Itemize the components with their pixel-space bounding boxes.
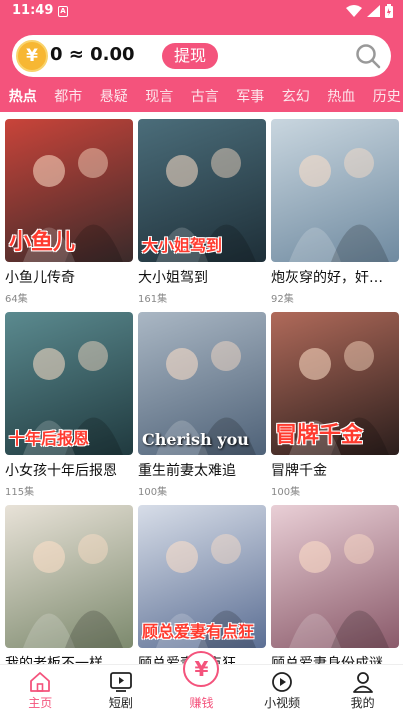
drama-card[interactable]: 炮灰穿的好，奸… 92集: [271, 119, 399, 305]
withdraw-button[interactable]: 提现: [162, 43, 218, 69]
drama-title: 我的老板不一样: [5, 656, 103, 664]
episode-count: 100集: [271, 487, 301, 498]
poster-title-text: 十年后报恩: [9, 429, 90, 448]
wifi-icon: [346, 5, 362, 17]
drama-grid: 小鱼儿 小鱼儿传奇 64集 大小姐驾到 大小姐驾到 161集 炮灰穿的好，奸… 92集 十年后报…: [0, 112, 403, 664]
battery-icon: [385, 4, 393, 18]
tab-mine-label: 我的: [350, 696, 375, 710]
episode-count: 115集: [5, 487, 35, 498]
play-icon: [272, 672, 292, 692]
balance-text: 0 ≈ 0.00: [50, 44, 135, 65]
tab-short-video-label: 小视频: [264, 696, 301, 710]
drama-poster: Cherish you: [138, 312, 266, 455]
drama-card[interactable]: 我的老板不一样: [5, 505, 133, 664]
category-tab[interactable]: 热血: [319, 86, 365, 112]
yuan-icon: ¥: [183, 651, 220, 687]
episode-count: 161集: [138, 294, 168, 305]
drama-title: 小女孩十年后报恩: [5, 463, 117, 479]
category-tab[interactable]: 悬疑: [91, 86, 137, 112]
poster-title-text: 顾总爱妻有点狂: [142, 622, 255, 641]
drama-poster: [5, 505, 133, 648]
category-tab[interactable]: 玄幻: [273, 86, 319, 112]
drama-poster: 十年后报恩: [5, 312, 133, 455]
drama-card[interactable]: 冒牌千金 冒牌千金 100集: [271, 312, 399, 498]
poster-title-text: 冒牌千金: [275, 422, 364, 448]
category-tab[interactable]: 历史: [364, 86, 403, 112]
drama-card[interactable]: 顾总爱妻有点狂顾总爱妻有点狂: [138, 505, 266, 664]
tab-dramas[interactable]: 短剧: [81, 665, 162, 716]
category-tab[interactable]: 现言: [137, 86, 183, 112]
tab-dramas-label: 短剧: [108, 696, 133, 710]
drama-poster: 小鱼儿: [5, 119, 133, 262]
drama-card[interactable]: Cherish you 重生前妻太难追 100集: [138, 312, 266, 498]
drama-card[interactable]: 大小姐驾到 大小姐驾到 161集: [138, 119, 266, 305]
header: ¥ 0 ≈ 0.00 提现: [0, 26, 403, 86]
episode-count: 100集: [138, 487, 168, 498]
episode-count: 64集: [5, 294, 28, 305]
user-icon: [352, 672, 373, 693]
wallet-bar: ¥ 0 ≈ 0.00 提现: [12, 35, 391, 77]
poster-title-text: Cherish you: [142, 430, 249, 449]
tab-home-label: 主页: [28, 696, 53, 710]
status-bar: 11:49 A: [0, 0, 403, 26]
drama-card[interactable]: 小鱼儿小鱼儿传奇 64集: [5, 119, 133, 305]
bottom-tab-bar: 主页 短剧 ¥ 赚钱 小视频 我的: [0, 651, 403, 716]
tab-short-video[interactable]: 小视频: [242, 665, 323, 716]
home-icon: [30, 672, 51, 692]
drama-title: 重生前妻太难追: [138, 463, 236, 479]
category-tab[interactable]: 都市: [46, 86, 92, 112]
drama-poster: 顾总爱妻有点狂: [138, 505, 266, 648]
tab-earn[interactable]: ¥ 赚钱: [161, 651, 242, 716]
status-time: 11:49: [12, 3, 54, 18]
tab-mine[interactable]: 我的: [322, 665, 403, 716]
category-tabs: 热点 都市 悬疑 现言 古言 军事 玄幻 热血 历史: [0, 86, 403, 112]
drama-card[interactable]: 顾总爱妻身份成谜: [271, 505, 399, 664]
system-icons: [346, 4, 393, 18]
episode-count: 92集: [271, 294, 294, 305]
drama-title: 冒牌千金: [271, 463, 327, 479]
tv-icon: [109, 672, 132, 692]
category-tab[interactable]: 军事: [228, 86, 274, 112]
signal-icon: [367, 5, 380, 17]
poster-title-text: 大小姐驾到: [142, 236, 223, 255]
notification-icon: A: [58, 6, 68, 17]
drama-card[interactable]: 十年后报恩小女孩十年后报恩 115集: [5, 312, 133, 498]
drama-title: 小鱼儿传奇: [5, 270, 75, 286]
tab-home[interactable]: 主页: [0, 665, 81, 716]
drama-poster: [271, 119, 399, 262]
drama-poster: 大小姐驾到: [138, 119, 266, 262]
poster-title-text: 小鱼儿: [9, 229, 76, 255]
category-tab[interactable]: 热点: [0, 86, 46, 112]
drama-title: 炮灰穿的好，奸…: [271, 270, 383, 286]
drama-title: 大小姐驾到: [138, 270, 208, 286]
drama-poster: [271, 505, 399, 648]
category-tab[interactable]: 古言: [182, 86, 228, 112]
tab-earn-label: 赚钱: [189, 696, 214, 710]
coin-icon: ¥: [16, 40, 48, 72]
drama-poster: 冒牌千金: [271, 312, 399, 455]
search-icon[interactable]: [355, 43, 381, 69]
drama-title: 顾总爱妻身份成谜: [271, 656, 383, 664]
